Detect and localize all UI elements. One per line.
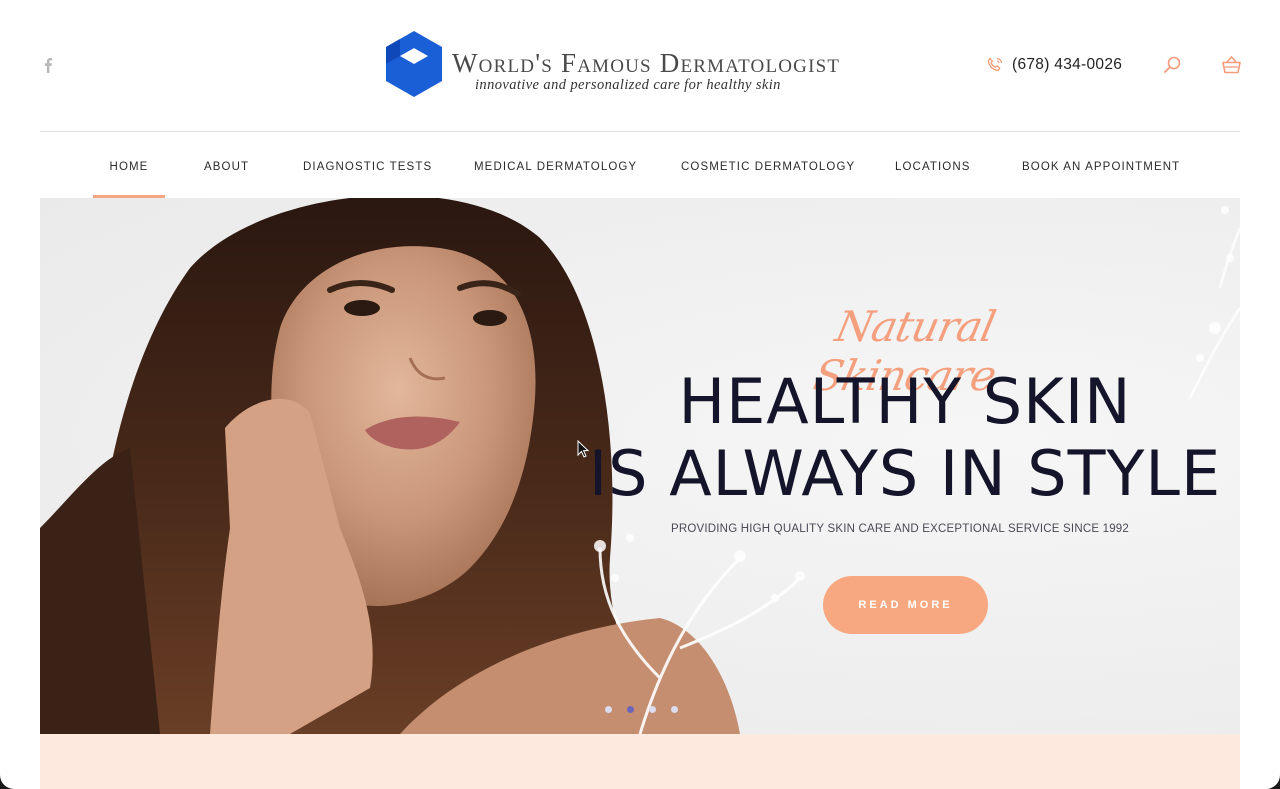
- slider-dot-1[interactable]: [605, 706, 612, 713]
- slider-dot-2[interactable]: [627, 706, 634, 713]
- search-icon[interactable]: [1162, 55, 1182, 75]
- slider-pagination: [605, 706, 693, 713]
- page: World's Famous Dermatologist innovative …: [0, 0, 1280, 789]
- hero-headline-line1: HEALTHY SKIN: [678, 365, 1132, 438]
- hero-headline-line2: IS ALWAYS IN STYLE: [588, 437, 1222, 510]
- facebook-icon[interactable]: [40, 56, 56, 74]
- nav-item-locations[interactable]: LOCATIONS: [895, 132, 969, 198]
- mouse-cursor-icon: [577, 440, 589, 458]
- site-logo[interactable]: World's Famous Dermatologist innovative …: [384, 30, 904, 100]
- hero-subtitle: PROVIDING HIGH QUALITY SKIN CARE AND EXC…: [671, 523, 1129, 535]
- slider-dot-4[interactable]: [671, 706, 678, 713]
- nav-item-medical-dermatology[interactable]: MEDICAL DERMATOLOGY: [474, 132, 636, 198]
- cart-icon[interactable]: [1221, 55, 1242, 75]
- logo-tagline: innovative and personalized care for hea…: [475, 77, 781, 93]
- logo-mark-icon: [386, 31, 442, 97]
- main-nav: HOME ABOUT DIAGNOSTIC TESTS MEDICAL DERM…: [40, 132, 1240, 198]
- read-more-button[interactable]: READ MORE: [823, 576, 988, 634]
- nav-item-about[interactable]: ABOUT: [204, 132, 248, 198]
- next-section-strip: [40, 734, 1240, 789]
- nav-item-diagnostic-tests[interactable]: DIAGNOSTIC TESTS: [303, 132, 431, 198]
- nav-item-cosmetic-dermatology[interactable]: COSMETIC DERMATOLOGY: [681, 132, 854, 198]
- hero-headline: HEALTHY SKIN IS ALWAYS IN STYLE: [580, 366, 1230, 510]
- nav-item-home[interactable]: HOME: [93, 132, 165, 198]
- nav-item-book-an-appointment[interactable]: BOOK AN APPOINTMENT: [1022, 132, 1179, 198]
- slider-dot-3[interactable]: [649, 706, 656, 713]
- phone-contact[interactable]: (678) 434-0026: [986, 54, 1122, 76]
- phone-number[interactable]: (678) 434-0026: [1012, 56, 1122, 74]
- phone-icon: [987, 57, 1003, 72]
- hero-slider: Natural Skincare HEALTHY SKIN IS ALWAYS …: [40, 198, 1240, 734]
- logo-title: World's Famous Dermatologist: [452, 48, 841, 78]
- site-header: World's Famous Dermatologist innovative …: [0, 0, 1280, 131]
